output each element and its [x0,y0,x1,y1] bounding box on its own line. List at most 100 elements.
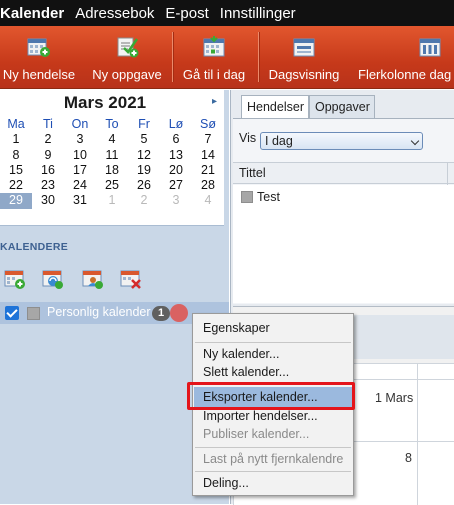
day-cell[interactable]: 21 [192,163,224,178]
week-row: 15 16 17 18 19 20 21 [0,163,224,178]
today-icon [203,36,225,57]
day-cell[interactable]: 9 [32,148,64,163]
new-task-icon [117,37,139,58]
tab-events[interactable]: Hendelser [241,95,309,119]
new-event-icon [27,38,50,57]
toolbar: Ny hendelse Ny oppgave Gå til i dag Dags… [0,26,454,89]
day-cell-today[interactable]: 29 [0,193,32,209]
shared-calendar-icon[interactable] [82,268,104,290]
day-cell[interactable]: 22 [0,178,32,193]
day-cell[interactable]: 5 [128,132,160,147]
event-count-badge: 1 [152,306,170,321]
day-cell[interactable]: 31 [64,193,96,208]
list-item-title: Test [257,190,280,204]
new-event-label: Ny hendelse [2,67,76,82]
toolbar-separator [172,32,173,82]
weekday-label: Fr [138,117,150,131]
menu-separator [195,471,351,472]
delete-calendar-icon[interactable] [120,268,142,290]
menu-calendar[interactable]: Kalender [0,5,64,22]
events-panel: Vis I dag Tittel Test [233,118,454,304]
day-cell[interactable]: 1 [0,132,32,147]
day-cell[interactable]: 25 [96,178,128,193]
event-color-swatch [241,191,253,203]
add-calendar-icon[interactable] [4,268,26,290]
day-cell[interactable]: 13 [160,148,192,163]
day-cell[interactable]: 16 [32,163,64,178]
menu-separator [195,342,351,343]
new-task-button[interactable]: Ny oppgave [86,26,168,88]
week-row: 22 23 24 25 26 27 28 [0,178,224,193]
day-cell[interactable]: 7 [192,132,224,147]
calendars-section-label: KALENDERE [0,241,69,253]
menu-item-publish-calendar[interactable]: Publiser kalender... [203,427,309,441]
filter-label: Vis [239,131,257,145]
day-cell[interactable]: 17 [64,163,96,178]
day-cell[interactable]: 15 [0,163,32,178]
cursor-indicator [170,304,188,322]
mini-calendar-title: Mars 2021 [63,93,147,112]
list-item[interactable]: Test [241,190,280,204]
menu-item-sharing[interactable]: Deling... [203,476,249,490]
mini-calendar-grid: Ma Ti On To Fr Lø Sø 1 2 3 4 5 6 7 8 9 1… [0,117,224,209]
day-number[interactable]: 1 Mars [375,391,413,405]
day-cell[interactable]: 6 [160,132,192,147]
day-view-button[interactable]: Dagsvisning [264,26,344,88]
weekday-label: Ma [7,117,25,131]
event-list: Test [233,185,454,303]
day-cell[interactable]: 18 [96,163,128,178]
day-cell[interactable]: 12 [128,148,160,163]
grid-line [417,363,418,505]
menu-item-new-calendar[interactable]: Ny kalender... [203,347,279,361]
day-cell-next-month[interactable]: 1 [96,193,128,208]
menu-email[interactable]: E-post [165,5,208,22]
multi-column-day-button[interactable]: Flerkolonne dag [346,26,454,88]
day-cell[interactable]: 24 [64,178,96,193]
day-cell-next-month[interactable]: 4 [192,193,224,208]
day-cell[interactable]: 20 [160,163,192,178]
day-cell[interactable]: 2 [32,132,64,147]
day-cell[interactable]: 30 [32,193,64,208]
new-event-button[interactable]: Ny hendelse [0,26,78,88]
filter-select[interactable]: I dag [260,132,423,150]
toolbar-separator [258,32,259,82]
day-cell-next-month[interactable]: 3 [160,193,192,208]
day-cell[interactable]: 10 [64,148,96,163]
tab-tasks[interactable]: Oppgaver [309,95,375,119]
menu-item-reload-remote[interactable]: Last på nytt fjernkalendre [203,452,343,466]
title-column-header[interactable]: Tittel [233,162,454,185]
weekday-label: Ti [43,117,53,131]
menu-settings[interactable]: Innstillinger [220,5,296,22]
multi-column-icon [419,38,441,57]
next-month-icon[interactable]: ▸ [212,96,217,107]
day-cell[interactable]: 8 [0,148,32,163]
day-cell[interactable]: 23 [32,178,64,193]
menu-addressbook[interactable]: Adressebok [75,5,154,22]
menu-item-import-events[interactable]: Importer hendelser... [203,409,318,423]
day-cell[interactable]: 11 [96,148,128,163]
personal-calendar-checkbox[interactable] [5,306,19,320]
day-cell[interactable]: 3 [64,132,96,147]
day-cell[interactable]: 26 [128,178,160,193]
day-cell[interactable]: 27 [160,178,192,193]
multi-column-day-label: Flerkolonne dag [358,67,452,82]
day-cell-next-month[interactable]: 2 [128,193,160,208]
day-cell[interactable]: 28 [192,178,224,193]
go-to-today-label: Gå til i dag [182,67,246,82]
menu-item-properties[interactable]: Egenskaper [203,321,270,335]
new-task-label: Ny oppgave [92,67,162,82]
day-view-label: Dagsvisning [268,67,340,82]
mini-calendar: Mars 2021 ▸ Ma Ti On To Fr Lø Sø 1 2 3 4… [0,90,224,226]
day-cell[interactable]: 4 [96,132,128,147]
week-row: 8 9 10 11 12 13 14 [0,148,224,163]
menu-item-delete-calendar[interactable]: Slett kalender... [203,365,289,379]
highlight-annotation-box [187,382,355,410]
go-to-today-button[interactable]: Gå til i dag [176,26,252,88]
day-cell[interactable]: 14 [192,148,224,163]
day-number[interactable]: 8 [405,451,412,465]
day-cell[interactable]: 19 [128,163,160,178]
top-menu-bar: Kalender Adressebok E-post Innstillinger [0,0,454,26]
subscribe-calendar-icon[interactable] [42,268,64,290]
personal-calendar-label: Personlig kalender [47,305,151,319]
week-row: 1 2 3 4 5 6 7 [0,132,224,147]
